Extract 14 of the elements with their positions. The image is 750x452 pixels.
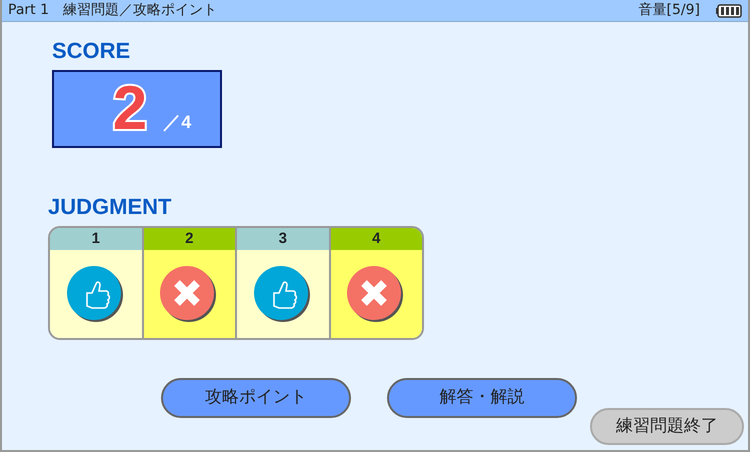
question-number: 1 (50, 228, 142, 250)
window-title: Part 1 練習問題／攻略ポイント (8, 1, 217, 20)
score-total: ／4 (163, 111, 192, 134)
judgment-heading: JUDGMENT (48, 196, 172, 218)
question-number: 2 (144, 228, 235, 250)
end-button[interactable]: 練習問題終了 (590, 408, 744, 445)
score-heading: SCORE (52, 40, 130, 62)
question-number: 3 (237, 228, 328, 250)
battery-icon (716, 4, 742, 18)
nav-button[interactable]: 解答・解説 (387, 378, 577, 418)
nav-button[interactable]: 攻略ポイント (161, 378, 351, 418)
score-value: 2 (112, 78, 148, 140)
question-number: 4 (330, 228, 422, 250)
volume-indicator: 音量[5/9] (638, 1, 700, 20)
